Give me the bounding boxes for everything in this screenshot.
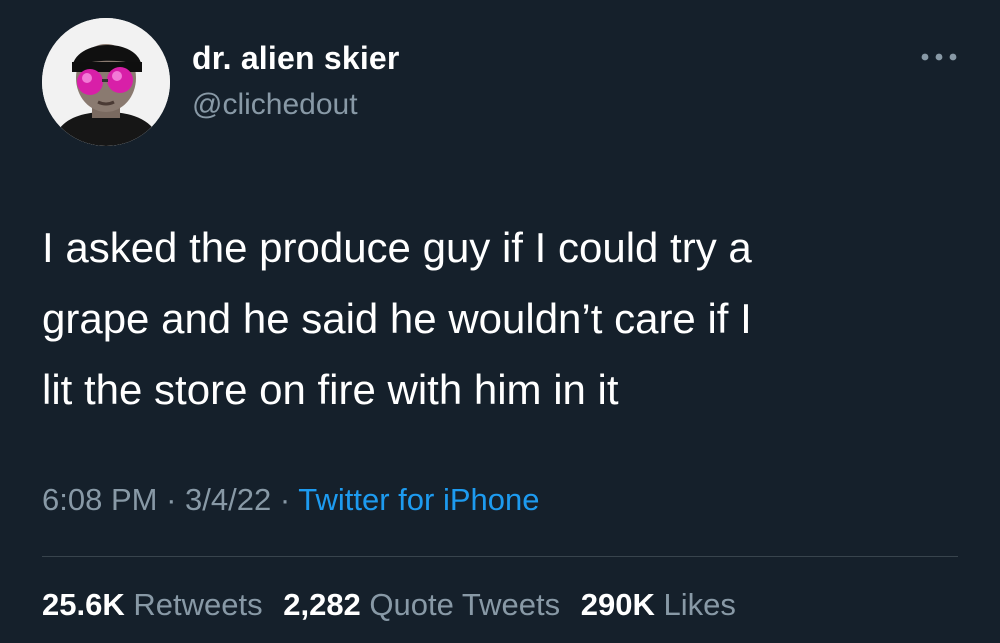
meta-separator: · [166, 482, 177, 517]
meta-separator: · [279, 482, 291, 517]
tweet-time[interactable]: 6:08 PM [42, 482, 157, 517]
likes-label: Likes [663, 587, 736, 622]
more-horizontal-icon [921, 53, 957, 61]
likes-stat[interactable]: 290K Likes [581, 587, 736, 622]
tweet-text: I asked the produce guy if I could try a… [42, 224, 752, 413]
retweets-stat[interactable]: 25.6K Retweets [42, 587, 271, 622]
more-options-button[interactable] [918, 45, 960, 69]
retweets-label: Retweets [133, 587, 263, 622]
quote-tweets-stat[interactable]: 2,282 Quote Tweets [283, 587, 569, 622]
likes-count: 290K [580, 587, 655, 622]
display-name[interactable]: dr. alien skier [192, 40, 400, 77]
tweet-metadata: 6:08 PM · 3/4/22 · Twitter for iPhone [42, 482, 539, 518]
tweet-stats: 25.6K Retweets 2,282 Quote Tweets 290K L… [42, 587, 748, 623]
user-handle[interactable]: @clichedout [192, 88, 358, 122]
avatar[interactable] [42, 18, 170, 146]
divider [42, 556, 958, 557]
quote-tweets-count: 2,282 [283, 587, 361, 622]
quote-tweets-label: Quote Tweets [369, 587, 561, 622]
avatar-image [42, 18, 170, 146]
retweets-count: 25.6K [42, 587, 125, 622]
tweet-date[interactable]: 3/4/22 [185, 482, 271, 517]
tweet-source-link[interactable]: Twitter for iPhone [298, 482, 539, 517]
